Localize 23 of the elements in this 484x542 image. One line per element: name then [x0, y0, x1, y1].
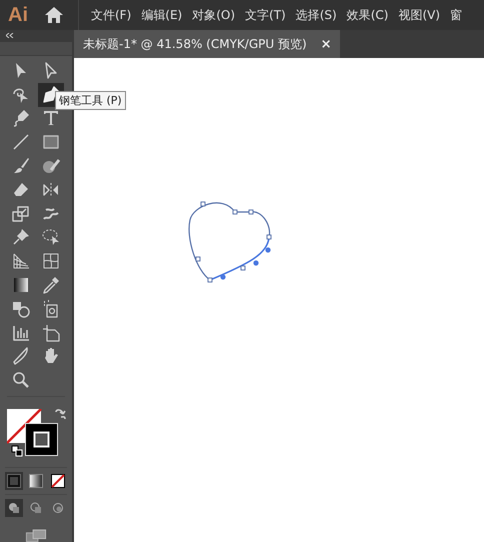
- screen-mode-icon[interactable]: [25, 528, 47, 542]
- fill-stroke-drawing[interactable]: [7, 409, 58, 456]
- default-colors-icon[interactable]: [11, 445, 23, 458]
- menu-item[interactable]: 对象(O): [192, 6, 236, 24]
- panel-grip[interactable]: [0, 42, 72, 56]
- document-tab[interactable]: 未标题-1* @ 41.58% (CMYK/GPU 预览) ×: [74, 30, 340, 58]
- tooltip: 钢笔工具 (P): [55, 91, 126, 110]
- menu-item[interactable]: 文件(F): [91, 6, 132, 24]
- app-logo[interactable]: Ai: [8, 4, 28, 26]
- menu-item[interactable]: 视图(V): [398, 6, 440, 24]
- menu-item[interactable]: 选择(S): [296, 6, 337, 24]
- home-icon[interactable]: [44, 6, 64, 24]
- close-tab-button[interactable]: ×: [320, 36, 332, 52]
- menu-item[interactable]: 效果(C): [346, 6, 388, 24]
- menu-item[interactable]: 编辑(E): [141, 6, 182, 24]
- draw-normal-icon[interactable]: [5, 498, 23, 517]
- gradient-mode-icon[interactable]: [27, 472, 45, 490]
- none-mode-icon[interactable]: [49, 472, 67, 490]
- collapse-icon[interactable]: [6, 33, 14, 38]
- menu-item[interactable]: 文字(T): [245, 6, 286, 24]
- menu-item[interactable]: 窗: [450, 6, 462, 24]
- color-mode-icon[interactable]: [5, 472, 23, 490]
- swap-icon[interactable]: [53, 407, 67, 422]
